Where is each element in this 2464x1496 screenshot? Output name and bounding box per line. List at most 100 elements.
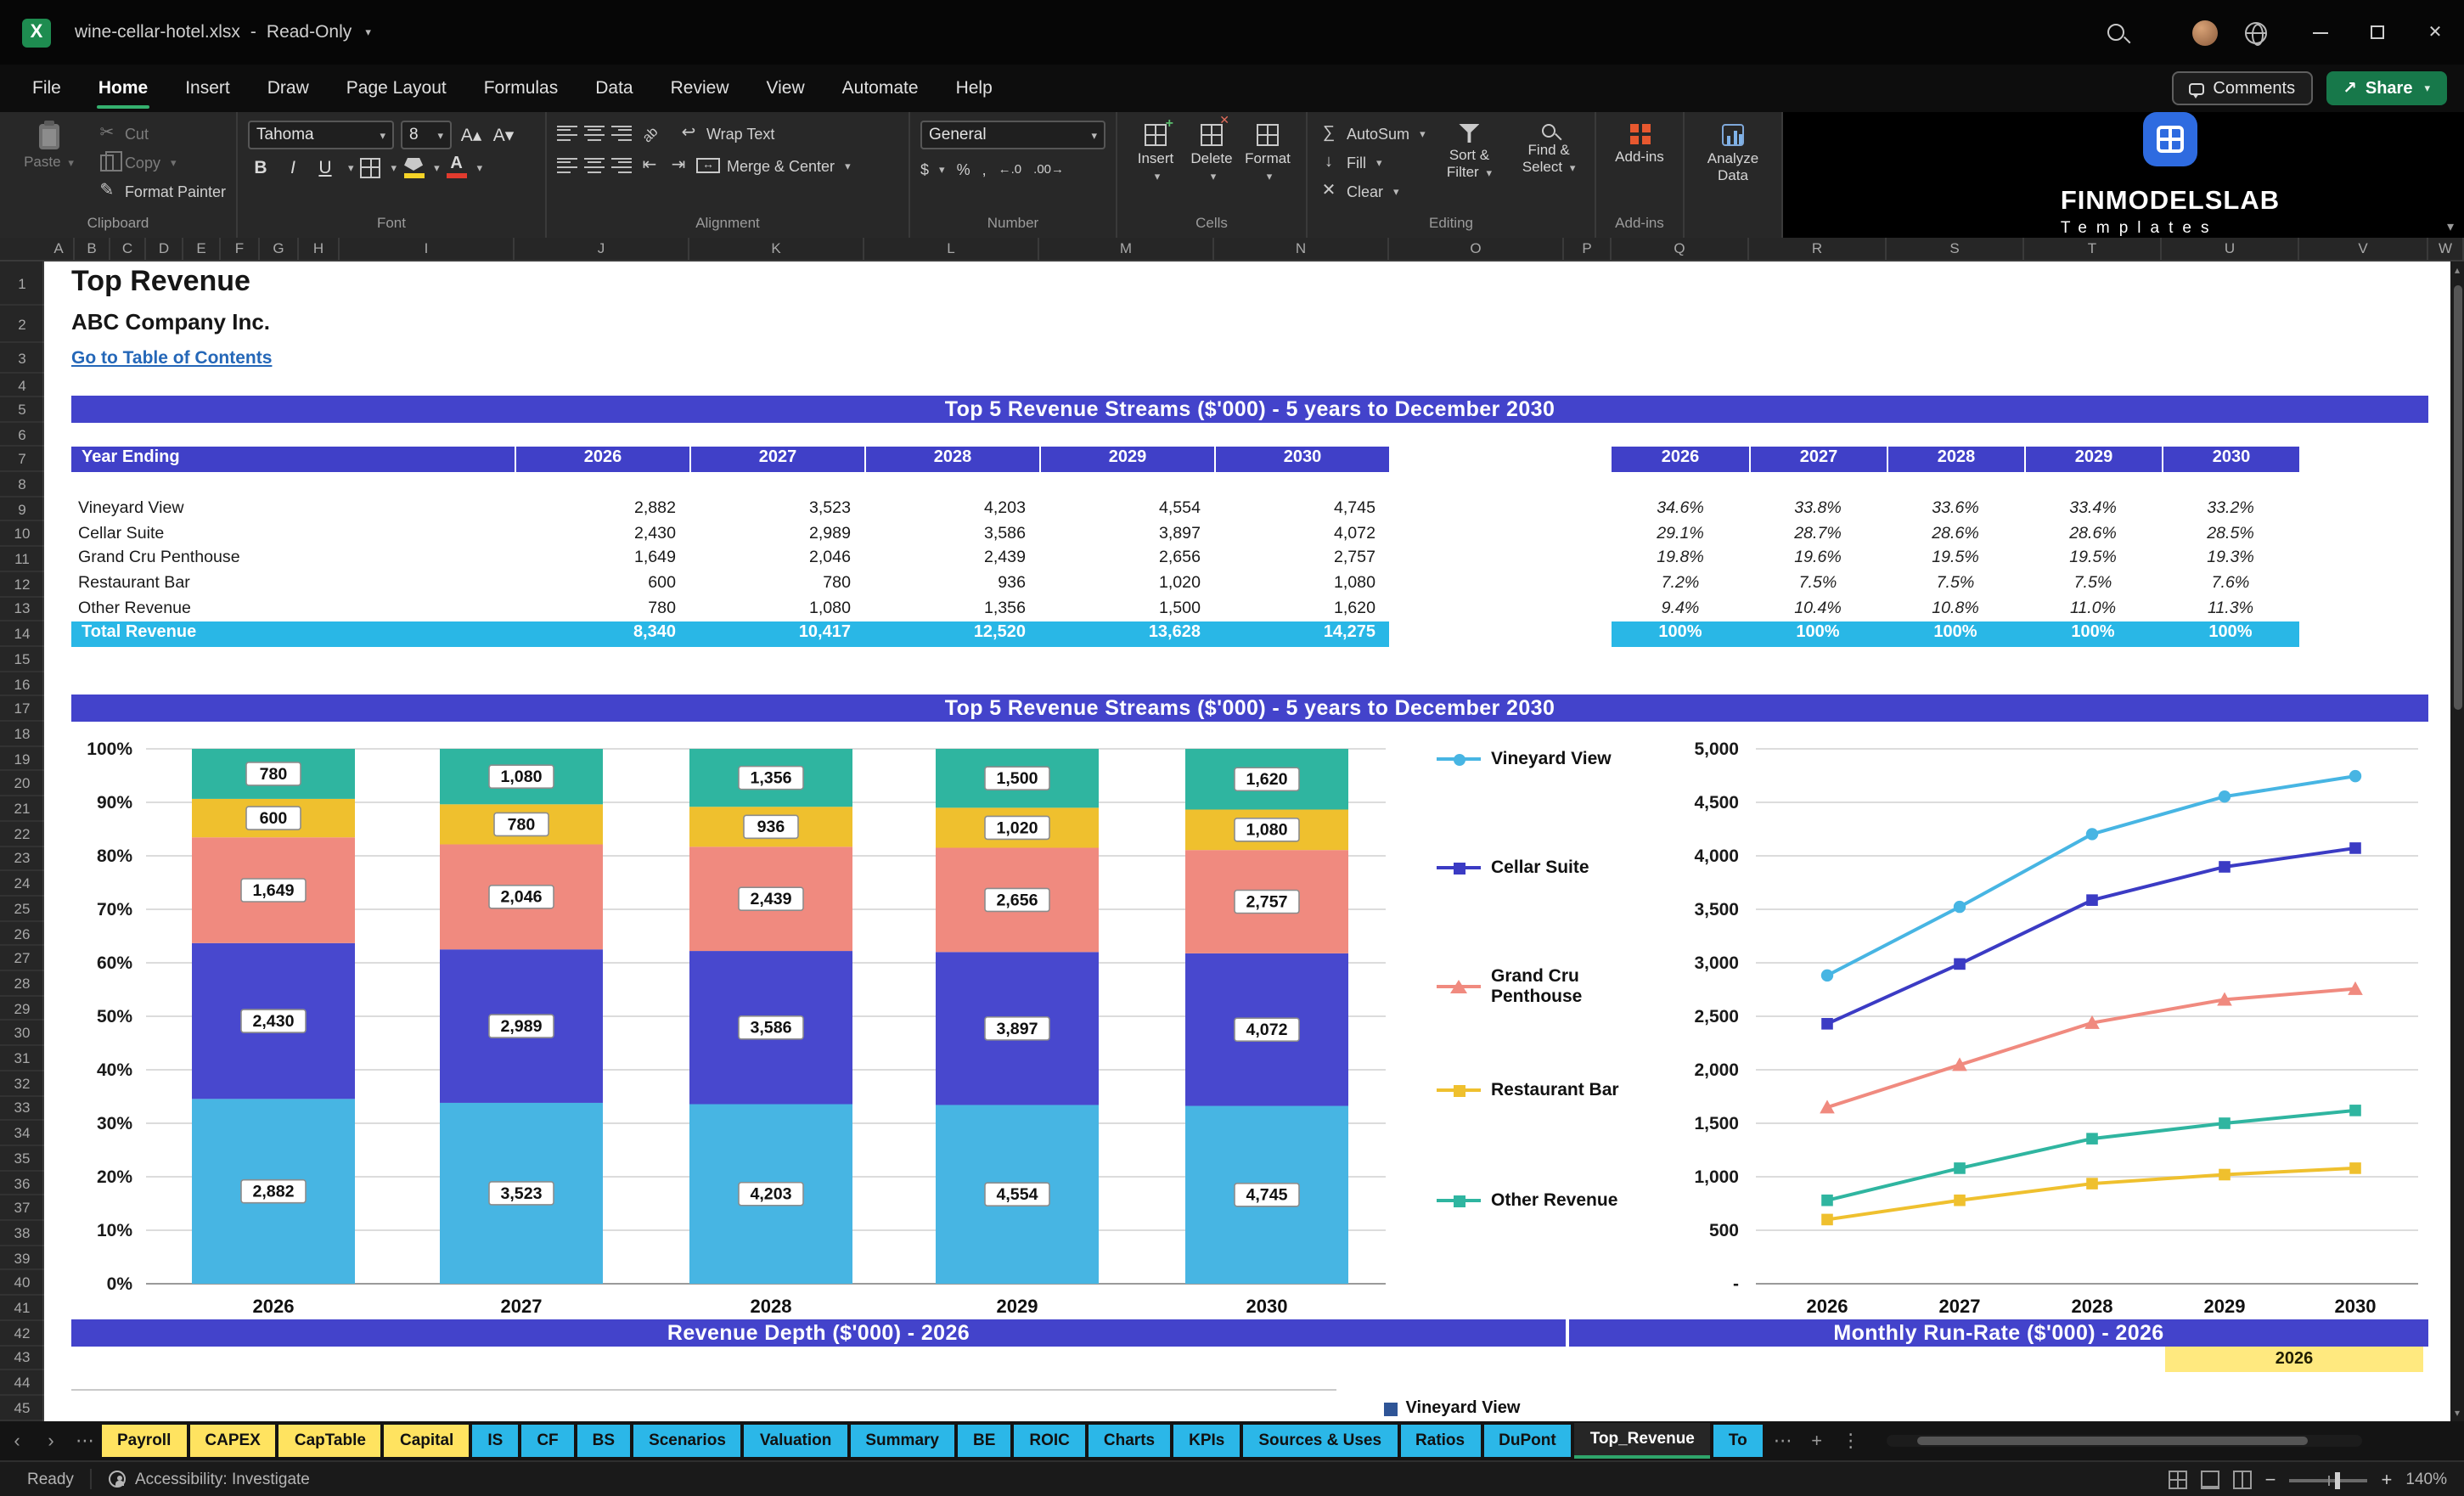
svg-text:780: 780 bbox=[260, 765, 288, 784]
svg-text:1,080: 1,080 bbox=[500, 768, 542, 786]
svg-text:100%: 100% bbox=[87, 740, 132, 759]
svg-text:1,020: 1,020 bbox=[996, 818, 1038, 837]
svg-text:10%: 10% bbox=[97, 1221, 132, 1240]
svg-text:3,000: 3,000 bbox=[1694, 953, 1739, 973]
svg-text:2028: 2028 bbox=[751, 1296, 792, 1317]
svg-text:0%: 0% bbox=[107, 1274, 133, 1294]
tab-scroll-right-icon[interactable]: › bbox=[34, 1421, 68, 1460]
svg-text:50%: 50% bbox=[97, 1007, 132, 1026]
sheet-tab-roic[interactable]: ROIC bbox=[1014, 1425, 1085, 1457]
sheet-tab-be[interactable]: BE bbox=[958, 1425, 1011, 1457]
revenue-line-chart: - 500 1,000 1,500 2,000 2,500 3,000 3,500 4,000 4… bbox=[1694, 740, 2418, 1317]
zoom-slider[interactable] bbox=[2289, 1471, 2368, 1488]
svg-text:2027: 2027 bbox=[1939, 1296, 1981, 1317]
svg-text:1,649: 1,649 bbox=[252, 881, 294, 900]
page-layout-view-icon[interactable] bbox=[2200, 1471, 2219, 1489]
svg-text:5,000: 5,000 bbox=[1694, 740, 1739, 759]
svg-text:-: - bbox=[1733, 1274, 1739, 1294]
tab-kebab-icon[interactable]: ⋮ bbox=[1834, 1421, 1868, 1460]
sheet-tab-ratios[interactable]: Ratios bbox=[1400, 1425, 1481, 1457]
sheet-tab-sources-uses[interactable]: Sources & Uses bbox=[1243, 1425, 1398, 1457]
status-ready: Ready bbox=[27, 1470, 74, 1488]
svg-text:2027: 2027 bbox=[501, 1296, 543, 1317]
tab-list-icon[interactable]: ⋯ bbox=[68, 1421, 102, 1460]
sheet-tab-scenarios[interactable]: Scenarios bbox=[633, 1425, 741, 1457]
new-sheet-button[interactable]: + bbox=[1800, 1421, 1834, 1460]
zoom-slider-thumb[interactable] bbox=[2335, 1471, 2341, 1488]
svg-text:2,656: 2,656 bbox=[996, 891, 1038, 909]
tab-scroll-left-icon[interactable]: ‹ bbox=[0, 1421, 34, 1460]
svg-text:2029: 2029 bbox=[2204, 1296, 2246, 1317]
sheet-tab-cf[interactable]: CF bbox=[521, 1425, 574, 1457]
svg-text:60%: 60% bbox=[97, 953, 132, 973]
svg-text:780: 780 bbox=[508, 815, 536, 834]
sheet-tab-charts[interactable]: Charts bbox=[1088, 1425, 1171, 1457]
horizontal-scrollbar[interactable] bbox=[1887, 1435, 2362, 1447]
svg-text:2,430: 2,430 bbox=[252, 1012, 294, 1031]
sheet-tab-to[interactable]: To bbox=[1713, 1425, 1763, 1457]
zoom-level[interactable]: 140% bbox=[2405, 1471, 2447, 1489]
svg-text:2029: 2029 bbox=[997, 1296, 1038, 1317]
svg-text:2,000: 2,000 bbox=[1694, 1060, 1739, 1080]
sheet-tab-kpis[interactable]: KPIs bbox=[1173, 1425, 1240, 1457]
svg-text:40%: 40% bbox=[97, 1060, 132, 1080]
sheet-tab-top-revenue[interactable]: Top_Revenue bbox=[1574, 1423, 1710, 1459]
svg-text:90%: 90% bbox=[97, 793, 132, 813]
stacked-bar-chart: 0% 10% 20% 30% 40% 50% 60% 70% 80% 90% 100% 2,882 2,… bbox=[87, 740, 1386, 1317]
sheet-tab-bar: ‹ › ⋯ Payroll CAPEX CapTable Capital IS CF BS S… bbox=[0, 1421, 2464, 1460]
svg-text:30%: 30% bbox=[97, 1114, 132, 1133]
svg-text:600: 600 bbox=[260, 809, 288, 828]
svg-text:2028: 2028 bbox=[2072, 1296, 2113, 1317]
svg-text:2,882: 2,882 bbox=[252, 1183, 294, 1201]
page-break-view-icon[interactable] bbox=[2232, 1471, 2252, 1489]
svg-text:3,523: 3,523 bbox=[500, 1184, 542, 1203]
svg-text:4,554: 4,554 bbox=[996, 1185, 1038, 1204]
svg-text:2026: 2026 bbox=[1807, 1296, 1848, 1317]
svg-text:2030: 2030 bbox=[2335, 1296, 2377, 1317]
zoom-out-icon[interactable]: − bbox=[2265, 1470, 2276, 1490]
svg-text:4,000: 4,000 bbox=[1694, 846, 1739, 866]
sheet-tab-capex[interactable]: CAPEX bbox=[189, 1425, 276, 1457]
svg-text:2026: 2026 bbox=[253, 1296, 295, 1317]
vertical-scroll-thumb[interactable] bbox=[2453, 285, 2461, 710]
tab-overflow-icon[interactable]: ⋯ bbox=[1766, 1421, 1800, 1460]
svg-text:1,500: 1,500 bbox=[996, 769, 1038, 788]
sheet-tab-dupont[interactable]: DuPont bbox=[1483, 1425, 1572, 1457]
horizontal-scroll-thumb[interactable] bbox=[1917, 1437, 2308, 1445]
sheet-tab-capital[interactable]: Capital bbox=[384, 1425, 470, 1457]
sheet-tab-summary[interactable]: Summary bbox=[850, 1425, 954, 1457]
accessibility-status[interactable]: Accessibility: Investigate bbox=[135, 1470, 310, 1488]
svg-text:70%: 70% bbox=[97, 900, 132, 920]
svg-text:1,500: 1,500 bbox=[1694, 1114, 1739, 1133]
svg-text:4,745: 4,745 bbox=[1246, 1186, 1287, 1205]
svg-text:1,000: 1,000 bbox=[1694, 1167, 1739, 1187]
normal-view-icon[interactable] bbox=[2168, 1471, 2187, 1489]
svg-text:2,439: 2,439 bbox=[750, 890, 791, 908]
sheet-tab-bs[interactable]: BS bbox=[577, 1425, 631, 1457]
status-bar: Ready Accessibility: Investigate − + 140… bbox=[0, 1460, 2464, 1496]
sheet-tab-valuation[interactable]: Valuation bbox=[744, 1425, 847, 1457]
svg-text:2,757: 2,757 bbox=[1246, 892, 1287, 911]
accessibility-icon bbox=[109, 1471, 127, 1488]
svg-text:3,586: 3,586 bbox=[750, 1019, 791, 1038]
excel-window: X wine-cellar-hotel.xlsx - Read-Only ▾ ✕… bbox=[0, 0, 2464, 1496]
svg-text:2030: 2030 bbox=[1246, 1296, 1288, 1317]
sheet-tab-is[interactable]: IS bbox=[472, 1425, 519, 1457]
status-separator bbox=[90, 1469, 93, 1489]
charts-layer: 0% 10% 20% 30% 40% 50% 60% 70% 80% 90% 100% 2,882 2,… bbox=[87, 740, 2418, 1317]
svg-text:2,989: 2,989 bbox=[500, 1017, 542, 1036]
svg-text:1,080: 1,080 bbox=[1246, 821, 1287, 840]
svg-text:936: 936 bbox=[757, 818, 785, 836]
svg-text:2,046: 2,046 bbox=[500, 888, 542, 907]
sheet-tab-captable[interactable]: CapTable bbox=[278, 1425, 381, 1457]
svg-text:4,203: 4,203 bbox=[750, 1185, 791, 1204]
scroll-down-icon[interactable]: ▾ bbox=[2455, 1404, 2460, 1421]
sheet-tabs: Payroll CAPEX CapTable Capital IS CF BS Scenari… bbox=[102, 1421, 1766, 1460]
scroll-up-icon[interactable]: ▴ bbox=[2455, 262, 2460, 278]
sheet-tab-payroll[interactable]: Payroll bbox=[102, 1425, 187, 1457]
svg-text:4,500: 4,500 bbox=[1694, 793, 1739, 813]
zoom-in-icon[interactable]: + bbox=[2382, 1470, 2393, 1490]
svg-text:2,500: 2,500 bbox=[1694, 1007, 1739, 1026]
svg-text:1,356: 1,356 bbox=[750, 769, 791, 788]
svg-text:20%: 20% bbox=[97, 1167, 132, 1187]
